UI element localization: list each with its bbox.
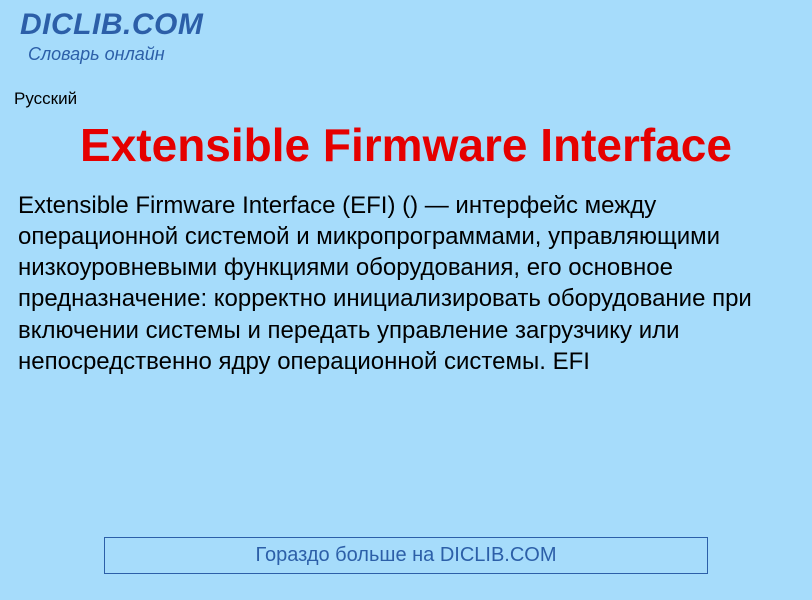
article-body: Extensible Firmware Interface (EFI) () —… (18, 190, 794, 377)
more-link[interactable]: Гораздо больше на DICLIB.COM (255, 544, 556, 566)
article: Extensible Firmware Interface Extensible… (0, 119, 812, 377)
site-subtitle: Словарь онлайн (20, 44, 792, 65)
site-title[interactable]: DICLIB.COM (20, 8, 792, 42)
language-row: Русский (0, 89, 812, 109)
header: DICLIB.COM Словарь онлайн (0, 0, 812, 73)
article-title: Extensible Firmware Interface (18, 119, 794, 172)
more-bar[interactable]: Гораздо больше на DICLIB.COM (104, 537, 708, 574)
language-link[interactable]: Русский (14, 89, 77, 108)
